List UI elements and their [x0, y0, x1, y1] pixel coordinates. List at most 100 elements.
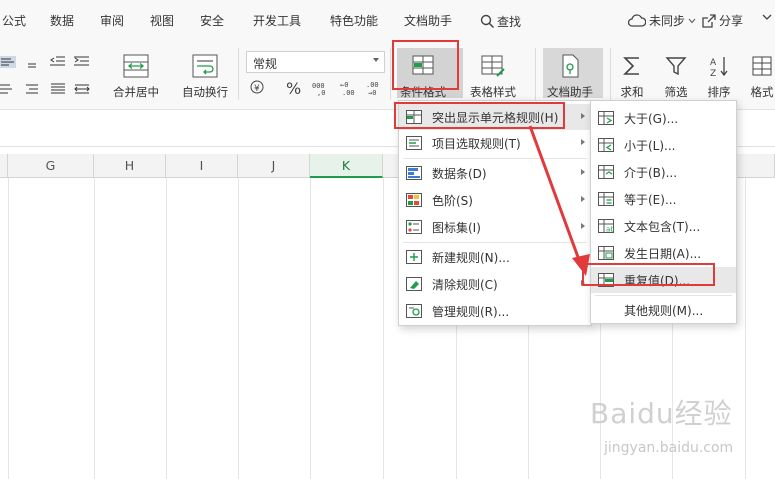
svg-text:→0: →0 — [368, 89, 376, 96]
decrease-decimal-icon[interactable]: .00→0 — [366, 80, 386, 96]
increase-indent-icon[interactable] — [74, 55, 90, 69]
ribbon-separator — [535, 48, 536, 100]
submenu-item-label: 等于(E)... — [624, 192, 677, 207]
number-format-value: 常规 — [253, 57, 278, 71]
submenu-item-equal-to[interactable]: 等于(E)... — [591, 186, 736, 212]
sort-label: 排序 — [707, 85, 731, 99]
doc-helper-label: 文档助手 — [547, 85, 593, 99]
tab-formulas[interactable]: 公式 — [2, 12, 26, 30]
clear-rules-icon — [406, 277, 422, 291]
more-button[interactable] — [762, 12, 772, 22]
menu-bar: 公式 数据 审阅 视图 安全 开发工具 特色功能 文档助手 查找 未同步 分享 — [0, 0, 775, 40]
sort-button[interactable]: AZ 排序 — [705, 52, 733, 100]
column-header-k[interactable]: K — [310, 154, 383, 178]
share-label: 分享 — [719, 14, 744, 28]
align-bottom-icon[interactable] — [24, 55, 40, 69]
merge-center-button[interactable]: 合并居中 — [113, 52, 159, 100]
duplicate-values-icon — [598, 273, 614, 287]
submenu-item-less-than[interactable]: 小于(L)... — [591, 132, 736, 158]
icon-sets-icon — [406, 220, 422, 234]
justify-icon[interactable] — [50, 82, 66, 96]
decrease-indent-icon[interactable] — [50, 55, 66, 69]
column-header-i[interactable]: I — [166, 154, 238, 178]
share-button[interactable]: 分享 — [702, 12, 743, 29]
grid-line — [310, 178, 311, 479]
wrap-text-icon — [192, 54, 218, 78]
format-icon — [752, 56, 772, 76]
tab-security[interactable]: 安全 — [200, 12, 224, 30]
column-header-h[interactable]: H — [94, 154, 166, 178]
watermark-url: jingyan.baidu.com — [604, 440, 734, 456]
highlight-rules-icon — [406, 110, 422, 124]
merge-center-label: 合并居中 — [113, 85, 159, 99]
sigma-icon — [623, 57, 639, 75]
submenu-item-other-rules[interactable]: 其他规则(M)... — [591, 297, 736, 323]
submenu-arrow-icon — [581, 280, 585, 286]
sync-status[interactable]: 未同步 — [628, 12, 696, 29]
grid-line — [166, 178, 167, 479]
search-button[interactable]: 查找 — [480, 12, 521, 30]
submenu-item-date-occurring[interactable]: 发生日期(A)... — [591, 240, 736, 266]
search-label: 查找 — [497, 14, 522, 29]
chevron-down-icon — [373, 58, 379, 62]
sync-label: 未同步 — [649, 14, 686, 28]
blank-icon-slot — [598, 303, 614, 317]
format-button[interactable]: 格式 — [748, 52, 775, 100]
column-header-g[interactable]: G — [8, 154, 94, 178]
table-style-label: 表格样式 — [470, 85, 516, 99]
grid-line — [383, 178, 384, 479]
column-header-j[interactable]: J — [238, 154, 310, 178]
tab-review[interactable]: 审阅 — [100, 12, 124, 30]
menu-item-manage-rules[interactable]: 管理规则(R)... — [399, 298, 591, 324]
submenu-item-duplicate-values[interactable]: 重复值(D)... — [591, 267, 736, 293]
annotation-arrow-icon — [528, 125, 590, 276]
submenu-item-label: 重复值(D)... — [624, 273, 691, 288]
wrap-text-button[interactable]: 自动换行 — [182, 52, 228, 100]
submenu-item-text-contains[interactable]: ab 文本包含(T)... — [591, 213, 736, 239]
menu-item-label: 数据条(D) — [432, 166, 487, 181]
percent-button[interactable]: % — [286, 79, 301, 98]
align-center-icon[interactable] — [0, 82, 16, 96]
increase-decimal-icon[interactable]: ←0.00 — [340, 80, 360, 96]
submenu-item-greater-than[interactable]: 大于(G)... — [591, 105, 736, 131]
tab-data[interactable]: 数据 — [50, 12, 74, 30]
menu-item-label: 图标集(I) — [432, 220, 481, 235]
align-left-icon[interactable] — [0, 55, 16, 69]
tab-doc-helper[interactable]: 文档助手 — [404, 12, 452, 30]
submenu-item-label: 文本包含(T)... — [624, 219, 701, 234]
conditional-format-icon — [412, 55, 434, 75]
thousands-separator-icon[interactable]: 000,0 — [312, 80, 332, 96]
chevron-down-icon — [762, 14, 772, 20]
merge-cells-icon — [123, 54, 149, 78]
submenu-item-label: 其他规则(M)... — [624, 303, 704, 318]
tab-view[interactable]: 视图 — [150, 12, 174, 30]
tab-developer[interactable]: 开发工具 — [253, 12, 301, 30]
submenu-item-between[interactable]: 介于(B)... — [591, 159, 736, 185]
share-icon — [702, 13, 716, 28]
equal-to-icon — [598, 192, 614, 206]
doc-helper-button[interactable]: 文档助手 — [547, 52, 593, 100]
search-icon — [480, 14, 495, 28]
currency-button[interactable]: ¥ — [250, 80, 268, 98]
filter-button[interactable]: 筛选 — [662, 52, 690, 100]
filter-icon — [665, 57, 687, 76]
filter-label: 筛选 — [664, 85, 688, 99]
new-rule-icon — [406, 250, 422, 264]
conditional-format-button[interactable]: 条件格式 — [400, 52, 446, 100]
format-label: 格式 — [750, 85, 774, 99]
svg-text:←0: ←0 — [340, 81, 348, 89]
sum-button[interactable]: 求和 — [618, 52, 646, 100]
menu-item-label: 新建规则(N)... — [432, 250, 510, 265]
table-style-button[interactable]: 表格样式 — [470, 52, 516, 100]
less-than-icon — [598, 138, 614, 152]
distributed-align-icon[interactable] — [74, 82, 90, 96]
svg-text:.00: .00 — [366, 81, 379, 89]
align-right-icon[interactable] — [24, 82, 40, 96]
svg-text:.00: .00 — [342, 89, 355, 96]
date-occurring-icon — [598, 246, 614, 260]
column-header-partial — [0, 154, 8, 178]
number-format-select[interactable]: 常规 — [246, 51, 385, 73]
tab-special-features[interactable]: 特色功能 — [330, 12, 378, 30]
table-style-icon — [481, 55, 505, 77]
menu-item-label: 清除规则(C) — [432, 277, 498, 292]
